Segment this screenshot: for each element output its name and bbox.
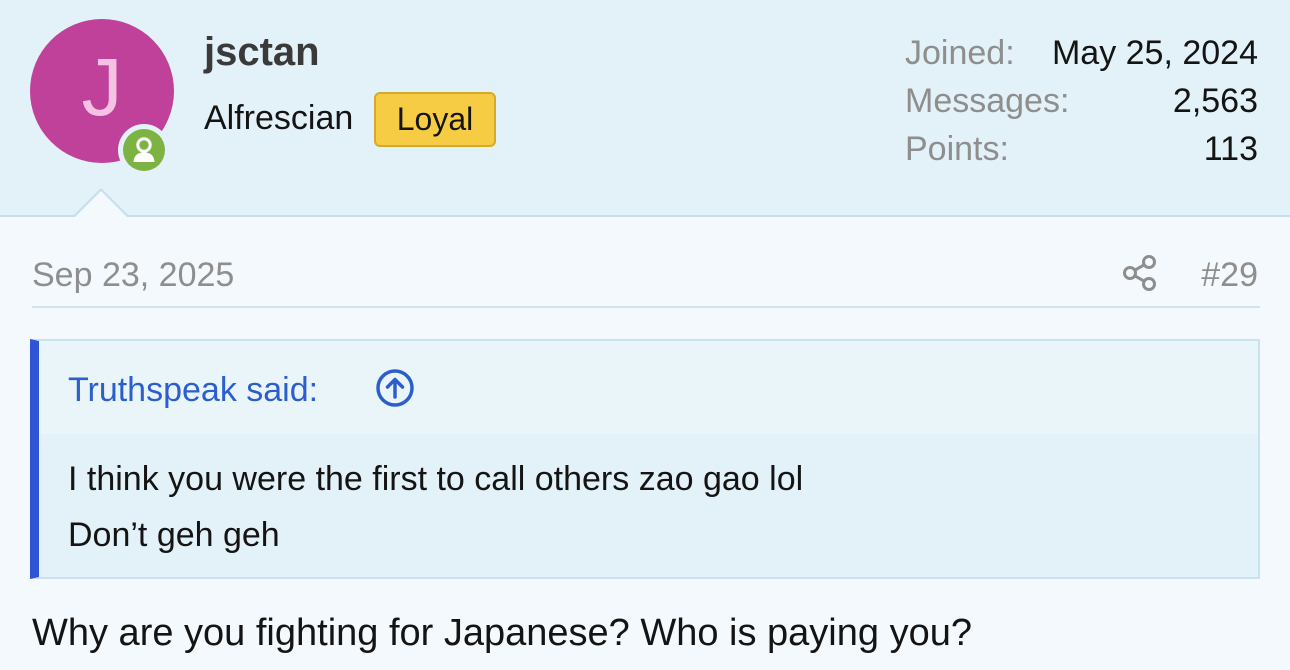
stat-messages-value: 2,563 bbox=[1172, 82, 1258, 120]
online-status-badge bbox=[118, 124, 170, 176]
user-header: J jsctan Alfrescian Loyal Joined: May 25… bbox=[0, 0, 1290, 217]
quote-attribution-link[interactable]: Truthspeak said: bbox=[68, 371, 318, 410]
stat-points-label: Points: bbox=[905, 130, 1009, 168]
header-pointer-arrow bbox=[73, 188, 129, 217]
stat-messages-label: Messages: bbox=[905, 82, 1070, 120]
quote-block: Truthspeak said: I think you were the fi… bbox=[30, 339, 1260, 579]
quote-header: Truthspeak said: bbox=[39, 341, 1258, 434]
post-number-link[interactable]: #29 bbox=[1201, 256, 1258, 295]
share-icon[interactable] bbox=[1121, 254, 1159, 292]
quote-text-line: Don’t geh geh bbox=[68, 516, 280, 554]
arrow-up-circle-icon[interactable] bbox=[375, 368, 415, 408]
loyal-badge: Loyal bbox=[374, 92, 496, 147]
meta-divider bbox=[32, 306, 1260, 308]
avatar-letter: J bbox=[81, 42, 123, 133]
username-link[interactable]: jsctan bbox=[204, 30, 320, 75]
person-icon bbox=[133, 137, 155, 162]
stat-joined-value: May 25, 2024 bbox=[1051, 34, 1258, 72]
post-body-text: Why are you fighting for Japanese? Who i… bbox=[32, 612, 972, 654]
post-date-link[interactable]: Sep 23, 2025 bbox=[32, 256, 234, 295]
stat-joined-label: Joined: bbox=[905, 34, 1015, 72]
user-title: Alfrescian bbox=[204, 99, 354, 137]
stat-points-value: 113 bbox=[1203, 130, 1258, 168]
quote-text-line: I think you were the first to call other… bbox=[68, 460, 804, 498]
